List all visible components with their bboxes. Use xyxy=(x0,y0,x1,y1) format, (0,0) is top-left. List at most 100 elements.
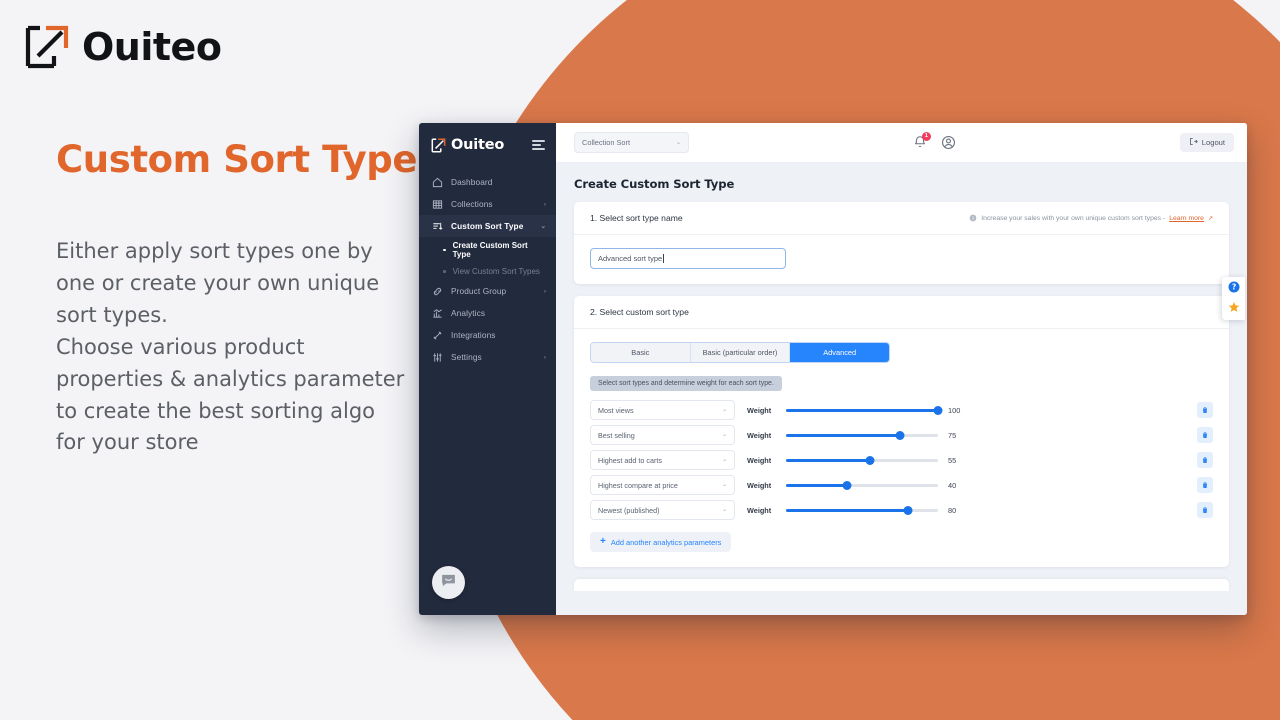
tab-advanced[interactable]: Advanced xyxy=(790,343,889,362)
favorite-button[interactable] xyxy=(1227,301,1240,315)
weight-value-3: 40 xyxy=(948,480,957,490)
sidebar-label-analytics: Analytics xyxy=(451,308,486,318)
step1-title: 1. Select sort type name xyxy=(590,213,683,223)
weight-row: Highest add to carts ⌄ Weight 55 xyxy=(590,450,1213,470)
slider-knob[interactable] xyxy=(865,455,875,465)
sort-type-select-2[interactable]: Highest add to carts ⌄ xyxy=(590,450,735,470)
weight-label-2: Weight xyxy=(747,455,772,465)
delete-row-button-3[interactable] xyxy=(1197,477,1213,493)
weight-slider-4[interactable] xyxy=(786,504,938,516)
step2-title: 2. Select custom sort type xyxy=(590,307,689,317)
weight-slider-0[interactable] xyxy=(786,404,943,416)
weight-slider-1[interactable] xyxy=(786,429,938,441)
avatar-icon xyxy=(941,136,956,154)
delete-row-button-0[interactable] xyxy=(1197,402,1213,418)
sidebar-subitem-create-custom-sort-type[interactable]: Create Custom Sort Type xyxy=(419,237,556,263)
weight-label-4: Weight xyxy=(747,505,772,515)
bullet-icon xyxy=(443,270,446,273)
chat-support-button[interactable] xyxy=(432,566,465,599)
trash-icon xyxy=(1203,482,1207,488)
external-link-icon: ↗ xyxy=(1207,215,1213,222)
sidebar-item-custom-sort-type[interactable]: Custom Sort Type ⌄ xyxy=(419,215,556,237)
ouiteo-mark-icon-small xyxy=(431,138,446,153)
chart-icon xyxy=(432,308,443,319)
sidebar-brand[interactable]: Ouiteo xyxy=(431,137,504,153)
sort-type-select-0[interactable]: Most views ⌄ xyxy=(590,400,735,420)
sidebar-label-collections: Collections xyxy=(451,199,493,209)
page-title: Create Custom Sort Type xyxy=(574,177,735,191)
delete-row-button-1[interactable] xyxy=(1197,427,1213,443)
sidebar-subitem-view-custom-sort-types[interactable]: View Custom Sort Types xyxy=(419,263,556,280)
weight-row: Highest compare at price ⌄ Weight 40 xyxy=(590,475,1213,495)
slider-fill xyxy=(786,483,847,487)
delete-row-button-2[interactable] xyxy=(1197,452,1213,468)
weight-rows: Most views ⌄ Weight 100 Best selling ⌄ W… xyxy=(590,400,1213,520)
tab-basic[interactable]: Basic xyxy=(591,343,691,362)
slider-knob[interactable] xyxy=(933,405,943,415)
collection-sort-select[interactable]: Collection Sort ⌄ xyxy=(574,132,689,153)
text-caret xyxy=(662,254,664,263)
slider-knob[interactable] xyxy=(895,430,905,440)
user-avatar-button[interactable] xyxy=(941,135,956,150)
app-topbar: Collection Sort ⌄ 1 Logout xyxy=(556,123,1247,163)
help-button[interactable]: ? xyxy=(1227,281,1240,295)
weight-row: Newest (published) ⌄ Weight 80 xyxy=(590,500,1213,520)
plus-icon: + xyxy=(600,536,606,547)
bullet-icon xyxy=(443,248,446,252)
sort-type-name-input[interactable]: Advanced sort type xyxy=(590,248,786,269)
sidebar-item-product-group[interactable]: Product Group › xyxy=(419,280,556,302)
chevron-down-icon: ⌄ xyxy=(722,457,727,463)
sidebar-label-custom-sort-type: Custom Sort Type xyxy=(451,221,524,231)
sidebar-caret-custom-sort-type: ⌄ xyxy=(540,223,546,230)
slider-fill xyxy=(786,408,938,412)
slider-fill xyxy=(786,458,870,462)
weight-value-1: 75 xyxy=(948,430,957,440)
sort-type-select-3[interactable]: Highest compare at price ⌄ xyxy=(590,475,735,495)
grid-icon xyxy=(432,199,443,210)
slider-fill xyxy=(786,433,900,437)
step2-note: Select sort types and determine weight f… xyxy=(590,376,782,391)
sort-type-value-4: Newest (published) xyxy=(598,505,660,515)
marketing-copy: Either apply sort types one by one or cr… xyxy=(56,236,406,459)
sidebar-label-integrations: Integrations xyxy=(451,330,496,340)
logout-icon xyxy=(1189,137,1198,148)
weight-row: Best selling ⌄ Weight 75 xyxy=(590,425,1213,445)
weight-value-4: 80 xyxy=(948,505,957,515)
sidebar-item-dashboard[interactable]: Dashboard xyxy=(419,171,556,193)
slider-knob[interactable] xyxy=(903,505,913,515)
weight-value-2: 55 xyxy=(948,455,957,465)
sidebar-collapse-icon[interactable] xyxy=(532,140,545,150)
chevron-down-icon: ⌄ xyxy=(722,507,727,513)
chevron-down-icon: ⌄ xyxy=(675,140,681,146)
chat-bubble-icon xyxy=(440,572,457,594)
sort-type-select-4[interactable]: Newest (published) ⌄ xyxy=(590,500,735,520)
info-icon xyxy=(969,214,977,222)
app-sidebar: Ouiteo Dashboard Collections › Custom So… xyxy=(419,123,556,615)
add-analytics-parameter-button[interactable]: + Add another analytics parameters xyxy=(590,532,732,552)
tab-basic-particular-order[interactable]: Basic (particular order) xyxy=(690,343,791,362)
chevron-down-icon: ⌄ xyxy=(722,432,727,438)
learn-more-link[interactable]: Learn more xyxy=(1169,215,1204,222)
step1-header: 1. Select sort type name Increase your s… xyxy=(574,202,1229,235)
integration-icon xyxy=(432,330,443,341)
help-rail: ? xyxy=(1222,277,1245,320)
notifications-button[interactable]: 1 xyxy=(913,132,931,150)
slider-knob[interactable] xyxy=(842,480,852,490)
weight-slider-2[interactable] xyxy=(786,454,938,466)
collection-sort-value: Collection Sort xyxy=(582,138,631,147)
sort-type-select-1[interactable]: Best selling ⌄ xyxy=(590,425,735,445)
sidebar-item-collections[interactable]: Collections › xyxy=(419,193,556,215)
sidebar-item-integrations[interactable]: Integrations xyxy=(419,324,556,346)
sidebar-item-analytics[interactable]: Analytics xyxy=(419,302,556,324)
sidebar-item-settings[interactable]: Settings › xyxy=(419,346,556,368)
weight-label-1: Weight xyxy=(747,430,772,440)
sidebar-caret-settings: › xyxy=(543,353,546,361)
trash-icon xyxy=(1203,507,1207,513)
weight-slider-3[interactable] xyxy=(786,479,938,491)
logout-button[interactable]: Logout xyxy=(1179,133,1235,152)
step1-card: 1. Select sort type name Increase your s… xyxy=(574,202,1229,284)
app-main: Collection Sort ⌄ 1 Logout Create Custom… xyxy=(556,123,1247,615)
delete-row-button-4[interactable] xyxy=(1197,502,1213,518)
sort-type-value-1: Best selling xyxy=(598,430,635,440)
step2-card: 2. Select custom sort type Basic Basic (… xyxy=(574,296,1229,567)
